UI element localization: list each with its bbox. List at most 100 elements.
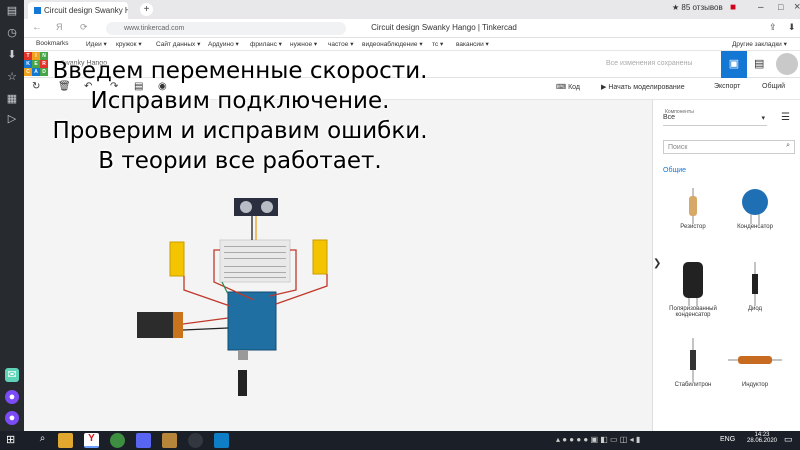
bookmark-item[interactable]: Сайт данных ▾: [156, 40, 200, 48]
url-text: www.tinkercad.com: [124, 25, 185, 32]
component-resistor[interactable]: Резистор: [661, 188, 725, 230]
dc-motor-right[interactable]: [312, 239, 328, 275]
bookmark-item[interactable]: нужное ▾: [290, 40, 317, 48]
bookmark-item[interactable]: кружок ▾: [116, 40, 142, 48]
bookmark-item[interactable]: Bookmarks: [36, 40, 69, 47]
component-inductor[interactable]: Индуктор: [723, 338, 787, 388]
usb-cable[interactable]: [238, 370, 247, 396]
alice-icon[interactable]: ●: [5, 390, 19, 404]
code-button[interactable]: ⌨ Код: [556, 83, 580, 91]
windows-start-icon[interactable]: ⊞: [6, 434, 18, 446]
page-title: Circuit design Swanky Hango | Tinkercad: [371, 23, 517, 32]
battery-9v[interactable]: [137, 312, 173, 338]
tab-favicon: [34, 7, 41, 14]
component-label: Стабилитрон: [674, 382, 712, 388]
other-bookmarks[interactable]: Другие закладки ▾: [732, 40, 787, 48]
bookmark-item[interactable]: Ардуино ▾: [208, 40, 239, 48]
simulate-button[interactable]: ▶ Начать моделирование: [601, 83, 685, 91]
address-bar: ← Я ⟳ www.tinkercad.com Circuit design S…: [24, 19, 800, 38]
caption-line: Исправим подключение.: [90, 88, 390, 114]
tab-title: Circuit design Swanky H: [44, 6, 128, 15]
search-input[interactable]: Поиск ⌕: [663, 140, 795, 154]
discord-icon[interactable]: [136, 433, 151, 448]
bookmark-icon[interactable]: ■: [730, 2, 736, 13]
code-icon: ⌨: [556, 84, 569, 91]
messenger-icon[interactable]: ✉: [5, 368, 19, 382]
component-label: Конденсатор: [737, 224, 773, 230]
clock[interactable]: 14:23 28.06.2020: [745, 432, 779, 444]
components-panel: Компоненты Все ▾ ☰ Поиск ⌕ Общие ❯ Резис…: [652, 100, 800, 431]
circuit-view-button[interactable]: ▣: [721, 51, 747, 78]
section-title: Общие: [663, 167, 687, 174]
chrome-icon[interactable]: [110, 433, 125, 448]
arduino-app-icon[interactable]: [214, 433, 229, 448]
windows-taskbar: ⊞ ⌕ Y ▴ ● ● ● ● ▣ ◧ ▭ ◫ ◂ ▮ ENG 14:23 28.…: [0, 431, 800, 450]
history-icon[interactable]: ◷: [5, 26, 19, 40]
caption-line: Введем переменные скорости.: [52, 58, 428, 84]
usb-port: [238, 350, 248, 360]
diode-icon: [752, 262, 758, 306]
download-icon[interactable]: ⬇: [788, 22, 796, 33]
caption-line: Проверим и исправим ошибки.: [52, 118, 428, 144]
list-view-icon[interactable]: ▤: [754, 57, 764, 70]
save-status: Все изменения сохранены: [606, 60, 693, 67]
back-icon[interactable]: ←: [32, 22, 42, 33]
component-label: Поляризованный конденсатор: [669, 306, 717, 318]
export-button[interactable]: Экспорт: [714, 83, 740, 90]
battery-terminal: [173, 312, 183, 338]
bookmark-item[interactable]: Идеи ▾: [86, 40, 107, 48]
share-button[interactable]: Общий: [762, 83, 785, 90]
avatar[interactable]: [776, 53, 798, 75]
package-icon[interactable]: [162, 433, 177, 448]
tab-bar: Circuit design Swanky H + ★ 85 отзывов ■…: [24, 0, 800, 19]
sensor-eye-left: [240, 201, 252, 213]
component-label: Резистор: [680, 224, 706, 230]
bookmark-item[interactable]: тс ▾: [432, 40, 443, 48]
search-taskbar-icon[interactable]: ⌕: [35, 433, 50, 448]
language-indicator[interactable]: ENG: [720, 436, 735, 443]
bookmark-item[interactable]: видеонаблюдение ▾: [362, 40, 423, 48]
bookmark-item[interactable]: фриланс ▾: [250, 40, 282, 48]
close-icon[interactable]: ×: [794, 1, 800, 13]
tab-tinkercad[interactable]: Circuit design Swanky H: [28, 2, 128, 19]
yandex-browser-icon[interactable]: Y: [84, 433, 99, 448]
new-tab-button[interactable]: +: [140, 3, 153, 16]
sensor-eye-right: [261, 201, 273, 213]
assistant-icon[interactable]: ●: [5, 411, 19, 425]
component-diode[interactable]: Диод: [723, 262, 787, 312]
resistor-icon: [689, 188, 697, 224]
capacitor-icon: [742, 189, 768, 224]
notifications-icon[interactable]: ▭: [784, 434, 793, 445]
search-placeholder: Поиск: [668, 144, 688, 151]
zener-diode-icon: [690, 338, 696, 382]
refresh-icon[interactable]: ⟳: [80, 22, 88, 33]
component-capacitor[interactable]: Конденсатор: [723, 188, 787, 230]
caption-line: В теории все работает.: [98, 148, 382, 174]
bookmark-item[interactable]: вакансии ▾: [456, 40, 489, 48]
collections-icon[interactable]: ▤: [5, 4, 19, 18]
reviews-badge[interactable]: ★ 85 отзывов: [672, 3, 723, 12]
maximize-icon[interactable]: □: [778, 2, 783, 12]
component-polarized-capacitor[interactable]: Поляризованный конденсатор: [661, 262, 725, 318]
list-icon[interactable]: ☰: [781, 112, 790, 123]
tray-icons[interactable]: ▴ ● ● ● ● ▣ ◧ ▭ ◫ ◂ ▮: [556, 435, 640, 444]
components-filter[interactable]: Все ▾: [663, 114, 767, 126]
store-icon[interactable]: [58, 433, 73, 448]
bookmark-item[interactable]: частое ▾: [328, 40, 353, 48]
component-zener-diode[interactable]: Стабилитрон: [661, 338, 725, 388]
minimize-icon[interactable]: –: [758, 2, 764, 13]
clock-app-icon[interactable]: [188, 433, 203, 448]
component-label: Индуктор: [741, 382, 769, 388]
dc-motor-left[interactable]: [169, 241, 185, 277]
yandex-icon[interactable]: Я: [56, 22, 63, 32]
arduino-uno[interactable]: [227, 291, 277, 351]
polarized-capacitor-icon: [683, 262, 703, 306]
chevron-down-icon: ▾: [761, 115, 765, 122]
code-label: Код: [568, 84, 580, 91]
clock-date: 28.06.2020: [746, 438, 778, 444]
simulate-label: Начать моделирование: [608, 84, 685, 91]
share-icon[interactable]: ⇪: [769, 22, 777, 33]
component-label: Диод: [747, 306, 763, 312]
inductor-icon: [728, 356, 782, 364]
bookmarks-bar: Bookmarks Идеи ▾ кружок ▾ Сайт данных ▾ …: [24, 38, 800, 51]
